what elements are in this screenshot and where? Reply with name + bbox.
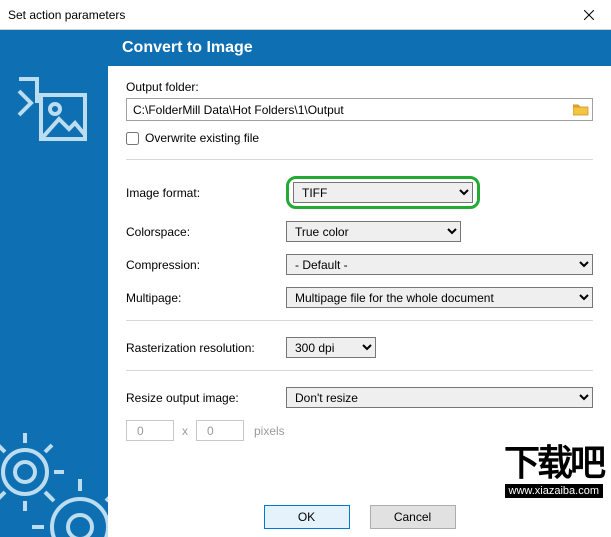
colorspace-select[interactable]: True color <box>286 221 461 242</box>
overwrite-checkbox-row[interactable]: Overwrite existing file <box>126 131 593 145</box>
compression-label: Compression: <box>126 258 286 272</box>
resize-select[interactable]: Don't resize <box>286 387 593 408</box>
dialog-heading: Convert to Image <box>108 30 611 66</box>
resize-width-input <box>126 420 174 441</box>
multipage-select[interactable]: Multipage file for the whole document <box>286 287 593 308</box>
image-format-highlight: TIFF <box>286 176 480 209</box>
title-bar: Set action parameters <box>0 0 611 30</box>
convert-image-icon <box>15 75 93 153</box>
image-format-label: Image format: <box>126 186 286 200</box>
close-button[interactable] <box>566 0 611 29</box>
gears-icon <box>0 417 108 537</box>
multipage-label: Multipage: <box>126 291 286 305</box>
sidebar <box>0 30 108 537</box>
pixels-label: pixels <box>254 424 285 438</box>
colorspace-label: Colorspace: <box>126 225 286 239</box>
cancel-button[interactable]: Cancel <box>370 505 456 529</box>
ok-button[interactable]: OK <box>264 505 350 529</box>
dimension-separator: x <box>182 424 188 438</box>
overwrite-label: Overwrite existing file <box>145 131 259 145</box>
output-folder-label: Output folder: <box>126 80 593 94</box>
output-folder-field <box>126 98 593 121</box>
output-folder-input[interactable] <box>127 101 570 119</box>
image-format-select[interactable]: TIFF <box>293 182 473 203</box>
rasterization-label: Rasterization resolution: <box>126 341 286 355</box>
resize-height-input <box>196 420 244 441</box>
browse-folder-icon[interactable] <box>570 99 592 120</box>
window-title: Set action parameters <box>8 8 125 22</box>
overwrite-checkbox[interactable] <box>126 132 139 145</box>
compression-select[interactable]: - Default - <box>286 254 593 275</box>
resize-label: Resize output image: <box>126 391 286 405</box>
rasterization-select[interactable]: 300 dpi <box>286 337 376 358</box>
